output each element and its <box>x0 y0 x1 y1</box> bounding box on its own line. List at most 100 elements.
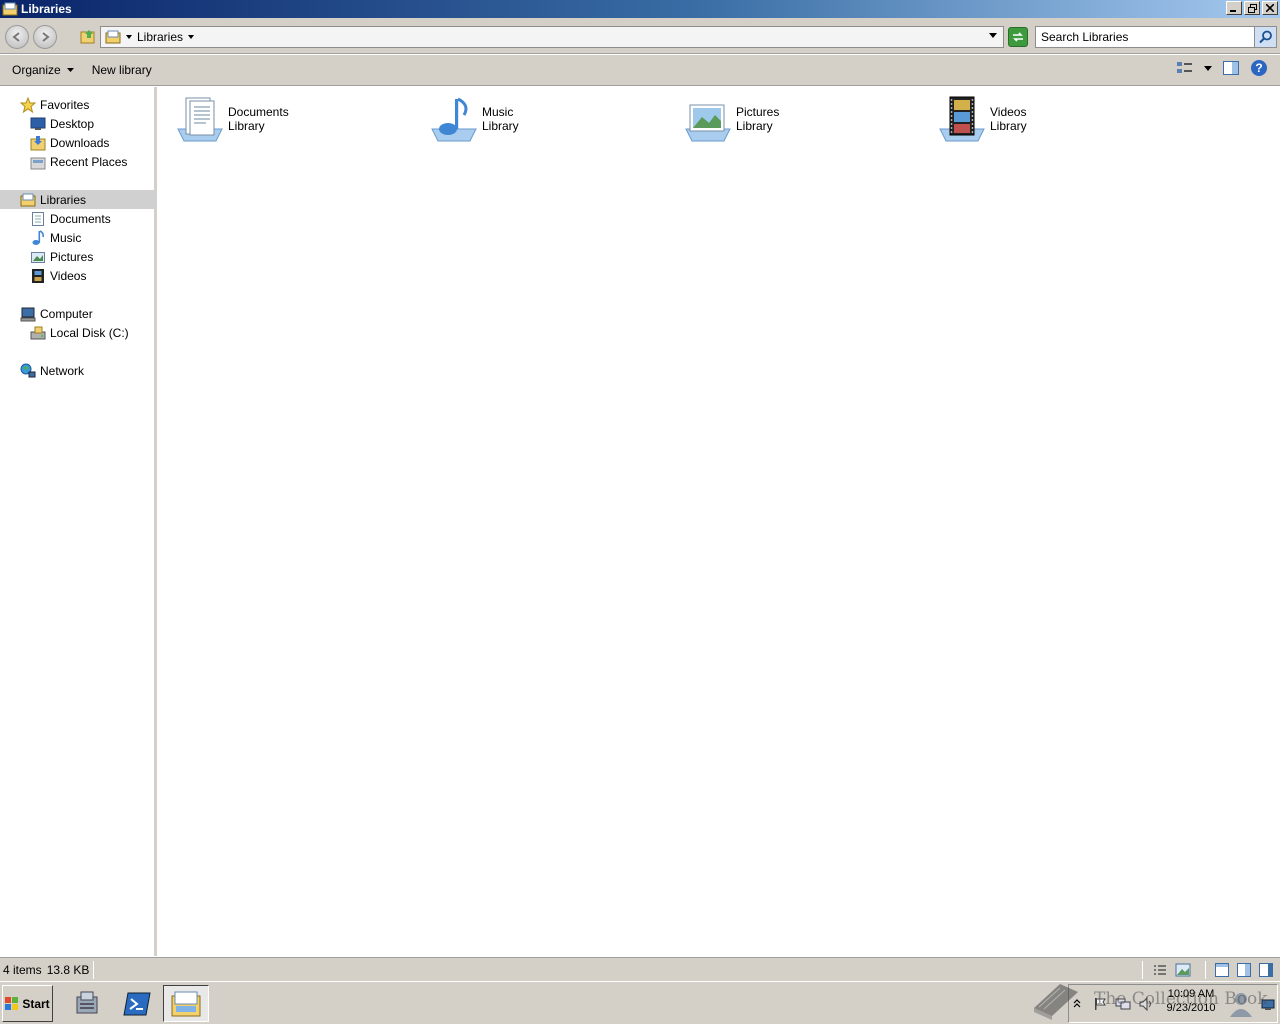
search-button[interactable] <box>1254 27 1276 47</box>
library-tile-videos[interactable]: Videos Library <box>938 93 1178 145</box>
nav-recent-label: Recent Places <box>50 154 128 169</box>
new-library-label: New library <box>91 63 152 77</box>
computer-icon <box>20 306 36 322</box>
nav-libraries[interactable]: Libraries <box>0 190 157 209</box>
library-name: Documents <box>228 105 289 119</box>
taskbar-explorer[interactable] <box>163 985 209 1022</box>
layout-single-pane-icon[interactable] <box>1214 962 1230 978</box>
desktop-icon <box>30 116 46 132</box>
downloads-folder-icon <box>30 135 46 151</box>
close-icon <box>1266 4 1274 12</box>
library-tile-music[interactable]: Music Library <box>430 93 670 145</box>
view-controls: ? <box>1176 59 1268 77</box>
powershell-icon <box>123 992 151 1015</box>
hard-drive-icon <box>30 325 46 341</box>
library-tile-pictures[interactable]: Pictures Library <box>684 93 924 145</box>
nav-network[interactable]: Network <box>0 361 157 380</box>
minimize-button[interactable] <box>1226 1 1242 15</box>
chevron-down-icon <box>66 68 74 72</box>
videos-library-icon <box>939 96 985 142</box>
status-item-count: 4 items <box>3 962 42 977</box>
breadcrumb: Libraries <box>105 30 195 44</box>
forward-button[interactable] <box>33 25 57 49</box>
restore-button[interactable] <box>1244 1 1260 15</box>
refresh-button[interactable] <box>1008 27 1028 47</box>
nav-documents-label: Documents <box>50 211 111 226</box>
start-label: Start <box>22 996 50 1011</box>
help-icon[interactable]: ? <box>1250 59 1268 77</box>
nav-music-label: Music <box>50 230 82 245</box>
up-folder-icon[interactable] <box>80 28 96 44</box>
command-bar: Organize New library ? <box>0 55 1280 86</box>
clock-date: 9/23/2010 <box>1166 1002 1216 1014</box>
pictures-icon <box>30 249 46 265</box>
start-button[interactable]: Start <box>2 985 53 1022</box>
nav-local-disk[interactable]: Local Disk (C:) <box>0 323 157 342</box>
network-icon <box>20 363 36 379</box>
library-name: Pictures <box>736 105 780 119</box>
clock[interactable]: 10:09 AM 9/23/2010 <box>1160 987 1222 1015</box>
nav-favorites-label: Favorites <box>40 97 90 112</box>
close-button[interactable] <box>1262 1 1278 15</box>
nav-computer[interactable]: Computer <box>0 304 157 323</box>
search-icon <box>1258 30 1272 44</box>
preview-pane-icon[interactable] <box>1222 60 1240 76</box>
organize-button[interactable]: Organize <box>12 59 74 81</box>
pictures-library-icon <box>685 104 731 142</box>
layout-preview-pane-icon[interactable] <box>1258 962 1274 978</box>
nav-videos-label: Videos <box>50 268 87 283</box>
breadcrumb-libraries[interactable]: Libraries <box>137 30 183 44</box>
chevron-down-icon[interactable] <box>188 35 195 39</box>
library-name: Videos <box>990 105 1027 119</box>
layout-two-pane-icon[interactable] <box>1236 962 1252 978</box>
taskbar-server-manager[interactable] <box>65 985 111 1022</box>
nav-documents[interactable]: Documents <box>0 209 157 228</box>
chevron-down-icon[interactable] <box>1204 65 1212 71</box>
nav-libraries-label: Libraries <box>40 192 87 207</box>
library-type: Library <box>482 119 519 133</box>
status-separator <box>1142 961 1143 979</box>
nav-downloads-label: Downloads <box>50 135 110 150</box>
search-input[interactable] <box>1041 30 1251 44</box>
large-icons-view-icon[interactable] <box>1175 963 1191 977</box>
status-bar: 4 items 13.8 KB <box>0 957 1280 981</box>
nav-videos[interactable]: Videos <box>0 266 157 285</box>
nav-pictures[interactable]: Pictures <box>0 247 157 266</box>
details-view-icon[interactable] <box>1153 964 1167 976</box>
taskbar-powershell[interactable] <box>114 985 160 1022</box>
back-arrow-icon <box>12 32 20 42</box>
status-separator <box>93 961 94 979</box>
content-area: Documents Library Music Library Pictures… <box>160 87 1280 956</box>
clock-time: 10:09 AM <box>1167 988 1215 1000</box>
navigation-pane: Favorites Desktop Downloads Recent Place… <box>0 87 157 956</box>
library-type: Library <box>736 119 773 133</box>
nav-network-label: Network <box>40 363 85 378</box>
change-view-icon[interactable] <box>1176 60 1194 76</box>
chevron-down-icon[interactable] <box>126 35 132 39</box>
library-type: Library <box>228 119 265 133</box>
nav-local-disk-label: Local Disk (C:) <box>50 325 129 340</box>
recent-places-icon <box>30 154 46 170</box>
nav-desktop[interactable]: Desktop <box>0 114 157 133</box>
nav-favorites[interactable]: Favorites <box>0 95 157 114</box>
explorer-folder-icon <box>171 991 201 1016</box>
book-watermark-icon <box>1034 984 1078 1020</box>
status-separator <box>1205 961 1206 979</box>
forward-arrow-icon <box>42 32 50 42</box>
refresh-icon <box>1013 32 1023 42</box>
nav-downloads[interactable]: Downloads <box>0 133 157 152</box>
organize-label: Organize <box>12 63 61 77</box>
library-tile-documents[interactable]: Documents Library <box>176 93 416 145</box>
back-button[interactable] <box>5 25 29 49</box>
new-library-button[interactable]: New library <box>92 59 152 81</box>
status-size: 13.8 KB <box>46 962 90 977</box>
address-bar[interactable]: Libraries <box>100 26 1004 48</box>
nav-computer-label: Computer <box>40 306 93 321</box>
window-title: Libraries <box>21 2 72 16</box>
music-library-icon <box>431 97 477 142</box>
nav-recent-places[interactable]: Recent Places <box>0 152 157 171</box>
taskbar: Start <box>0 981 1280 1024</box>
library-type: Library <box>990 119 1027 133</box>
nav-music[interactable]: Music <box>0 228 157 247</box>
address-history-icon[interactable] <box>989 33 997 38</box>
